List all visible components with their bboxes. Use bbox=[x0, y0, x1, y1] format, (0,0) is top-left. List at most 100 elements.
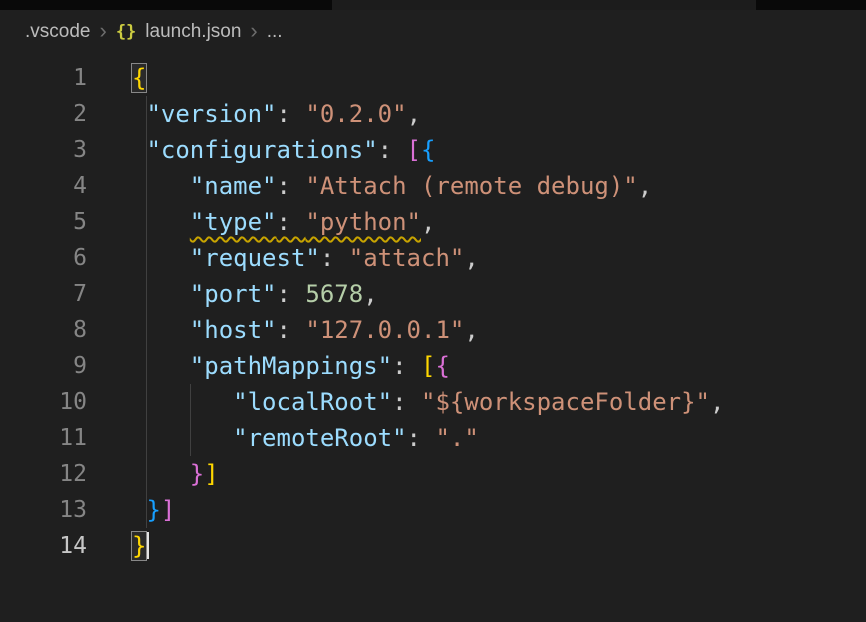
code-token: "configurations" bbox=[146, 136, 377, 164]
code-text: "remoteRoot": "." bbox=[95, 420, 479, 456]
chevron-right-icon: › bbox=[99, 20, 106, 42]
code-line[interactable]: 11 "remoteRoot": "." bbox=[0, 420, 866, 456]
line-number[interactable]: 11 bbox=[0, 420, 95, 456]
code-line[interactable]: 5 "type": "python", bbox=[0, 204, 866, 240]
code-token bbox=[132, 100, 146, 128]
code-token: , bbox=[710, 388, 724, 416]
breadcrumb-file[interactable]: launch.json bbox=[145, 21, 241, 43]
code-token: "0.2.0" bbox=[305, 100, 406, 128]
line-number[interactable]: 9 bbox=[0, 348, 95, 384]
line-number[interactable]: 3 bbox=[0, 132, 95, 168]
code-token: , bbox=[363, 280, 377, 308]
code-token: "python" bbox=[305, 208, 421, 236]
code-token: : bbox=[320, 244, 349, 272]
breadcrumb-symbol-path[interactable]: ... bbox=[267, 21, 283, 43]
line-number[interactable]: 5 bbox=[0, 204, 95, 240]
code-text: "request": "attach", bbox=[95, 240, 479, 276]
code-token: "remoteRoot" bbox=[233, 424, 406, 452]
code-token bbox=[132, 244, 190, 272]
code-token: { bbox=[421, 136, 435, 164]
code-line[interactable]: 9 "pathMappings": [{ bbox=[0, 348, 866, 384]
code-token: } bbox=[132, 532, 146, 560]
code-token: "request" bbox=[190, 244, 320, 272]
code-token: "127.0.0.1" bbox=[305, 316, 464, 344]
code-line[interactable]: 13 }] bbox=[0, 492, 866, 528]
code-text: "port": 5678, bbox=[95, 276, 378, 312]
code-lines: 1{2 "version": "0.2.0",3 "configurations… bbox=[0, 60, 866, 564]
code-token: [ bbox=[421, 352, 435, 380]
code-token bbox=[132, 496, 146, 524]
code-text: "host": "127.0.0.1", bbox=[95, 312, 479, 348]
code-token: { bbox=[435, 352, 449, 380]
line-number[interactable]: 6 bbox=[0, 240, 95, 276]
code-token: "host" bbox=[190, 316, 277, 344]
code-line[interactable]: 8 "host": "127.0.0.1", bbox=[0, 312, 866, 348]
code-text: "name": "Attach (remote debug)", bbox=[95, 168, 652, 204]
code-token: : bbox=[407, 424, 436, 452]
code-line[interactable]: 10 "localRoot": "${workspaceFolder}", bbox=[0, 384, 866, 420]
code-token: "Attach (remote debug)" bbox=[305, 172, 637, 200]
code-token: { bbox=[132, 64, 146, 92]
code-token: "localRoot" bbox=[233, 388, 392, 416]
code-token bbox=[132, 388, 233, 416]
indent-guide bbox=[190, 384, 191, 456]
code-token: , bbox=[421, 208, 435, 236]
code-line[interactable]: 1{ bbox=[0, 60, 866, 96]
line-number[interactable]: 10 bbox=[0, 384, 95, 420]
json-file-icon: {} bbox=[116, 22, 136, 42]
code-token: } bbox=[190, 460, 204, 488]
line-number[interactable]: 2 bbox=[0, 96, 95, 132]
code-token: "type" bbox=[190, 208, 277, 236]
code-token: ] bbox=[204, 460, 218, 488]
tab-bar-edge bbox=[0, 0, 866, 10]
code-token: "attach" bbox=[349, 244, 465, 272]
code-line[interactable]: 14} bbox=[0, 528, 866, 564]
editor[interactable]: 1{2 "version": "0.2.0",3 "configurations… bbox=[0, 54, 866, 622]
code-line[interactable]: 6 "request": "attach", bbox=[0, 240, 866, 276]
code-text: } bbox=[95, 528, 149, 564]
line-number[interactable]: 12 bbox=[0, 456, 95, 492]
line-number[interactable]: 4 bbox=[0, 168, 95, 204]
code-token bbox=[132, 316, 190, 344]
code-token: , bbox=[464, 244, 478, 272]
code-token: "${workspaceFolder}" bbox=[421, 388, 710, 416]
code-token: : bbox=[277, 100, 306, 128]
code-token: : bbox=[277, 280, 306, 308]
line-number[interactable]: 7 bbox=[0, 276, 95, 312]
code-line[interactable]: 7 "port": 5678, bbox=[0, 276, 866, 312]
code-token: : bbox=[277, 172, 306, 200]
code-line[interactable]: 12 }] bbox=[0, 456, 866, 492]
line-number[interactable]: 1 bbox=[0, 60, 95, 96]
code-line[interactable]: 2 "version": "0.2.0", bbox=[0, 96, 866, 132]
breadcrumb: .vscode › {} launch.json › ... bbox=[0, 10, 866, 54]
code-token: "pathMappings" bbox=[190, 352, 392, 380]
code-token bbox=[132, 352, 190, 380]
code-token bbox=[132, 280, 190, 308]
code-token: } bbox=[146, 496, 160, 524]
code-token: "version" bbox=[146, 100, 276, 128]
code-token: , bbox=[638, 172, 652, 200]
indent-guide bbox=[146, 96, 147, 528]
code-token: , bbox=[464, 316, 478, 344]
code-token: [ bbox=[407, 136, 421, 164]
code-line[interactable]: 4 "name": "Attach (remote debug)", bbox=[0, 168, 866, 204]
active-tab-edge bbox=[332, 0, 756, 10]
code-token bbox=[132, 460, 190, 488]
code-text: }] bbox=[95, 456, 219, 492]
text-cursor bbox=[147, 532, 149, 559]
code-token: ] bbox=[161, 496, 175, 524]
line-number[interactable]: 8 bbox=[0, 312, 95, 348]
line-number[interactable]: 14 bbox=[0, 528, 95, 564]
code-token: : bbox=[378, 136, 407, 164]
code-token bbox=[132, 136, 146, 164]
code-token: "." bbox=[435, 424, 478, 452]
code-token bbox=[132, 424, 233, 452]
breadcrumb-folder[interactable]: .vscode bbox=[25, 21, 90, 43]
vscode-window: .vscode › {} launch.json › ... 1{2 "vers… bbox=[0, 0, 866, 622]
code-token: 5678 bbox=[305, 280, 363, 308]
line-number[interactable]: 13 bbox=[0, 492, 95, 528]
code-line[interactable]: 3 "configurations": [{ bbox=[0, 132, 866, 168]
code-token bbox=[132, 208, 190, 236]
code-token: : bbox=[277, 208, 306, 236]
code-token: "name" bbox=[190, 172, 277, 200]
